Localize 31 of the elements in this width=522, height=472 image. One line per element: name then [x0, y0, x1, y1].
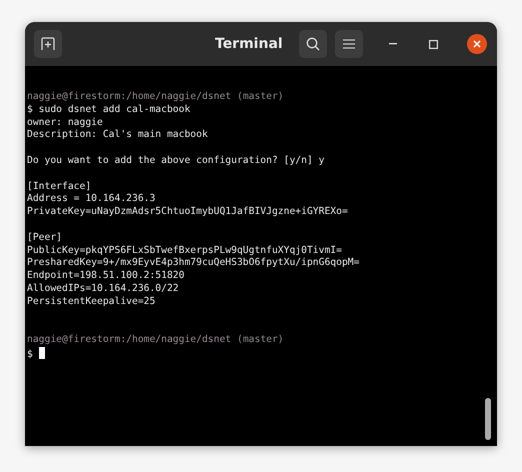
- text-cursor: [38, 346, 45, 359]
- terminal-line: PresharedKey=9+/mx9EyvE4p3hm79cuQeHS3bO6fpytXu/ipnG6qopM=: [27, 257, 360, 268]
- new-tab-icon: [41, 37, 55, 51]
- close-icon: [473, 40, 481, 48]
- terminal-line: [Peer]: [27, 232, 62, 243]
- terminal-line: owner: naggie: [27, 116, 103, 128]
- terminal-line: AllowedIPs=10.164.236.0/22: [27, 282, 179, 294]
- terminal-line: Description: Cal's main macbook: [27, 129, 208, 140]
- terminal-line: Endpoint=198.51.100.2:51820: [27, 270, 184, 282]
- prompt-text: naggie@firestorm:/home/naggie/dsnet: [27, 334, 232, 346]
- window-title: Terminal: [215, 35, 283, 54]
- terminal-line: Address = 10.164.236.3: [27, 193, 156, 204]
- search-button[interactable]: [299, 30, 327, 58]
- branch-text: (master): [236, 334, 284, 346]
- terminal-line: [Interface]: [27, 180, 92, 192]
- terminal-line: PublicKey=pkqYPS6FLxSbTwefBxerpsPLw9qUgtnfuXYqj0TivmI=: [27, 244, 342, 256]
- new-tab-button[interactable]: [34, 30, 62, 58]
- close-button[interactable]: [467, 34, 487, 54]
- menu-button[interactable]: [335, 30, 363, 58]
- prompt-text: naggie@firestorm:/home/naggie/dsnet: [27, 91, 232, 102]
- menu-icon: [343, 39, 355, 49]
- terminal-line: $ sudo dsnet add cal-macbook: [27, 104, 190, 115]
- terminal-line: PrivateKey=uNayDzmAdsr5ChtuoImybUQ1JafBIVJgzne+iGYREXo=: [27, 206, 348, 218]
- scrollbar-thumb[interactable]: [485, 398, 491, 440]
- terminal-line: PersistentKeepalive=25: [27, 296, 156, 307]
- minimize-icon: [389, 43, 397, 45]
- maximize-icon: [428, 40, 438, 48]
- terminal-line: Do you want to add the above configuration? [y/n] y: [27, 154, 324, 166]
- search-icon: [306, 37, 320, 51]
- branch-text: (master): [236, 91, 284, 102]
- terminal-line: $: [27, 348, 33, 360]
